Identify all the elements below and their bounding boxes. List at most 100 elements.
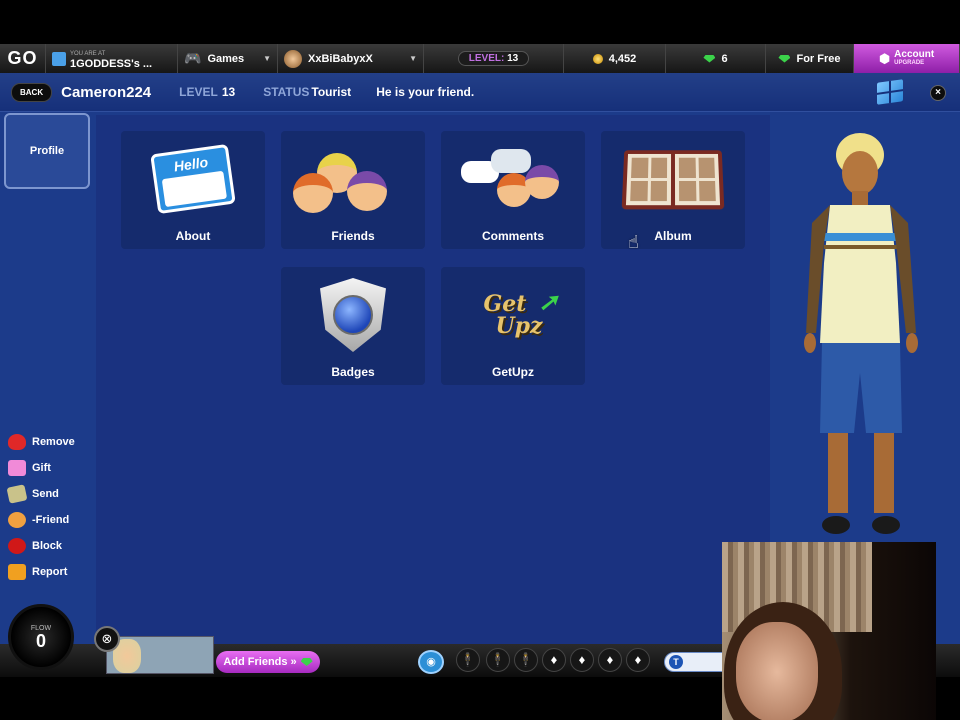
chat-input[interactable]: T [664,652,724,672]
location-name: 1GODDESS's ... [70,57,153,70]
getupz-logo-icon: Get Upz ➚ [441,275,585,355]
unfriend-label: -Friend [32,514,70,526]
profile-status-value: Tourist [311,85,352,99]
games-menu[interactable]: 🎮 Games ▼ [178,44,278,73]
report-icon [8,564,26,580]
remove-action[interactable]: Remove [8,429,90,455]
block-action[interactable]: Block [8,533,90,559]
tab-profile-label: Profile [29,145,65,157]
money-icon [6,484,28,504]
unfriend-icon [8,512,26,528]
send-label: Send [32,488,59,500]
pose-green-icon[interactable]: 🕴 [514,648,538,672]
go-button[interactable]: GO [0,44,46,73]
close-button[interactable]: × [930,85,946,101]
flow-gauge: FLOW 0 [8,604,74,670]
hello-card-text: Hello [172,153,209,175]
getupz-label: GetUpz [492,365,534,379]
profile-level-value: 13 [221,85,236,99]
pose-red-icon[interactable]: 🕴 [486,648,510,672]
up-arrow-icon: ➚ [538,287,559,316]
comments-tile[interactable]: Comments [441,131,585,249]
report-action[interactable]: Report [8,559,90,585]
close-icon[interactable]: ⊗ [94,626,120,652]
camera-icon[interactable]: ◉ [418,650,444,674]
account-gear-icon: ⬢ [878,50,891,66]
friends-faces-icon [281,139,425,219]
album-tile[interactable]: Album [601,131,745,249]
profile-content-panel: Hello About Friends Comments Album Badge… [96,115,770,655]
pose-jump-icon[interactable]: ♦ [598,648,622,672]
friends-label: Friends [331,229,375,243]
getupz-logo-line1: Get [483,291,527,317]
level-pill: LEVEL: 13 [457,51,530,66]
hello-card-icon: Hello [121,139,265,219]
badge-shield-icon [281,275,425,355]
gem-icon [703,54,716,63]
block-icon [8,538,26,554]
tab-profile[interactable]: Profile [4,113,90,189]
profile-status-label: STATUS [263,85,310,99]
getupz-tile[interactable]: Get Upz ➚ GetUpz [441,267,585,385]
account-upgrade-button[interactable]: ⬢ Account UPGRADE [854,44,960,73]
gift-action[interactable]: Gift [8,455,90,481]
top-navigation-bar: GO YOU ARE AT 1GODDESS's ... 🎮 Games ▼ X… [0,44,960,73]
level-word: LEVEL: [468,53,505,64]
pose-wave-icon[interactable]: ♦ [570,648,594,672]
friend-status-text: He is your friend. [376,85,475,99]
pose-dance-icon[interactable]: ♦ [542,648,566,672]
block-label: Block [32,540,62,552]
webcam-overlay [722,542,936,720]
gift-icon [8,460,26,476]
flow-value: 0 [35,630,46,651]
user-menu[interactable]: XxBiBabyxX ▼ [278,44,424,73]
level-value: 13 [507,53,519,64]
chat-type-icon: T [669,655,683,669]
gems-indicator[interactable]: 6 [666,44,766,73]
add-friends-label: Add Friends » [223,656,297,668]
go-label: GO [7,48,38,68]
windows-icon[interactable] [877,79,903,105]
coin-icon [592,53,603,64]
add-friends-button[interactable]: Add Friends » [216,651,320,673]
album-label: Album [654,229,692,243]
profile-actions: Remove Gift Send -Friend Block Report [6,429,90,585]
friend-thumbnail[interactable] [106,636,214,674]
pose-stand-icon[interactable]: 🕴 [456,648,480,672]
level-indicator: LEVEL: 13 [424,44,564,73]
coins-value: 4,452 [608,52,637,65]
chevron-down-icon: ▼ [263,54,271,63]
photo-album-icon [601,139,745,219]
user-avatar-icon [284,49,302,68]
remove-label: Remove [32,436,75,448]
coins-indicator[interactable]: 4,452 [564,44,666,73]
about-tile[interactable]: Hello About [121,131,265,249]
send-action[interactable]: Send [6,481,90,507]
username-label: XxBiBabyxX [308,52,373,65]
report-label: Report [32,566,68,578]
location-small-label: YOU ARE AT [70,50,106,57]
for-free-label: For Free [796,52,841,65]
location-icon [52,51,66,66]
back-button[interactable]: BACK [11,82,53,102]
for-free-button[interactable]: For Free [766,44,854,73]
unfriend-action[interactable]: -Friend [8,507,90,533]
profile-header: BACK Cameron224 LEVEL 13 STATUS Tourist … [0,73,960,112]
badges-tile[interactable]: Badges [281,267,425,385]
heart-icon [8,434,26,450]
gems-value: 6 [721,52,728,65]
about-label: About [175,229,211,243]
gamepad-icon: 🎮 [184,50,202,66]
account-label: Account [894,48,935,60]
friends-tile[interactable]: Friends [281,131,425,249]
chevron-down-icon: ▼ [409,54,417,63]
pose-run-icon[interactable]: ♦ [626,648,650,672]
upgrade-label: UPGRADE [894,59,925,66]
location-indicator[interactable]: YOU ARE AT 1GODDESS's ... [46,44,178,73]
gift-label: Gift [32,462,51,474]
games-label: Games [207,52,245,65]
profile-username: Cameron224 [61,83,152,101]
getupz-logo-line2: Upz [495,313,543,339]
hand-cursor-icon: ☝ [628,232,639,252]
profile-avatar [804,133,918,534]
